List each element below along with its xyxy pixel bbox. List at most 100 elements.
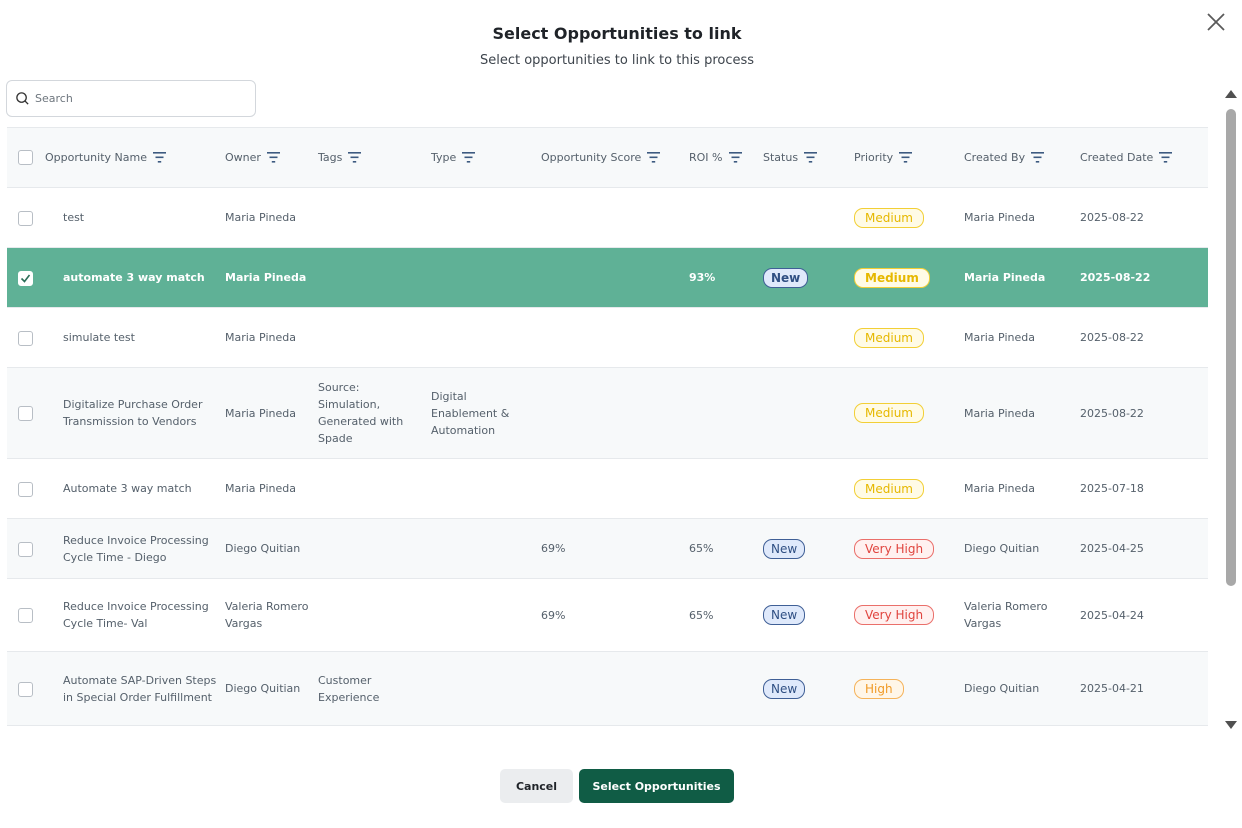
row-checkbox[interactable] [18, 541, 33, 557]
priority-badge: Very High [854, 605, 935, 625]
opportunity-name-cell: Digitalize Purchase Order Transmission t… [45, 367, 225, 459]
table-row[interactable]: automate 3 way match Maria Pineda 93% New Me… [7, 247, 1208, 308]
roi-cell [689, 367, 763, 459]
status-badge: New [763, 605, 806, 625]
column-header-tags[interactable]: Tags [318, 127, 431, 188]
search-box[interactable] [6, 80, 256, 117]
owner-cell-text: Maria Pineda [225, 406, 296, 420]
opportunity-name-cell-text: automate 3 way match [63, 271, 205, 284]
status-badge: New [763, 538, 806, 559]
opportunity-name-cell: simulate test [45, 307, 225, 368]
score-cell [541, 307, 689, 368]
type-cell [431, 458, 541, 519]
score-cell [541, 187, 689, 248]
created-date-cell-text: 2025-04-25 [1080, 542, 1144, 555]
table-row[interactable]: Automate 3 way match Maria Pineda Medium Ma… [7, 458, 1208, 519]
column-header-owner[interactable]: Owner [225, 127, 318, 188]
type-cell [431, 651, 541, 726]
created-by-cell-text: Maria Pineda [964, 406, 1035, 420]
created-by-cell-text: Diego Quitian [964, 542, 1040, 555]
status-cell: New [763, 651, 854, 726]
roi-cell: 65% [689, 578, 763, 652]
created-by-cell: Diego Quitian [964, 651, 1080, 726]
table-row[interactable]: Digitalize Purchase Order Transmission t… [7, 367, 1208, 459]
created-date-cell-text: 2025-08-22 [1080, 331, 1144, 344]
table-row[interactable]: Reduce Invoice Processing Cycle Time- Va… [7, 578, 1208, 652]
row-checkbox[interactable] [18, 681, 33, 697]
row-checkbox[interactable] [18, 330, 33, 346]
table-row[interactable]: Reduce Invoice Processing Cycle Time - D… [7, 518, 1208, 579]
created-date-cell: 2025-08-22 [1080, 187, 1208, 248]
row-checkbox[interactable] [18, 406, 33, 421]
column-header-priority[interactable]: Priority [854, 127, 964, 188]
created-by-cell-text: Maria Pineda [964, 211, 1035, 224]
column-header-status[interactable]: Status [763, 127, 854, 188]
filter-icon[interactable] [728, 152, 742, 163]
filter-icon[interactable] [804, 152, 818, 163]
roi-cell: 93% [689, 247, 763, 308]
score-cell [541, 458, 689, 519]
opportunity-name-cell: automate 3 way match [45, 247, 225, 308]
column-header-created-by[interactable]: Created By [964, 127, 1080, 188]
table-row[interactable]: simulate test Maria Pineda Medium Maria Pin… [7, 307, 1208, 368]
priority-cell: High [854, 651, 964, 726]
dialog-title: Select Opportunities to link [492, 24, 742, 43]
filter-icon[interactable] [899, 152, 913, 163]
created-by-cell-text: Maria Pineda [964, 271, 1046, 284]
table-scrollbar[interactable] [1221, 86, 1239, 734]
select-all-checkbox[interactable] [18, 150, 33, 165]
opportunity-name-cell: Reduce Invoice Processing Cycle Time- Va… [45, 578, 225, 652]
scroll-down-arrow[interactable] [1225, 721, 1237, 729]
column-header-created-date[interactable]: Created Date [1080, 127, 1208, 188]
row-checkbox[interactable] [18, 608, 33, 623]
filter-icon[interactable] [152, 152, 166, 163]
owner-cell: Maria Pineda [225, 367, 318, 459]
filter-icon[interactable] [1159, 152, 1173, 163]
opportunity-name-cell-text: test [63, 211, 85, 224]
dialog-footer: Cancel Select Opportunities [0, 769, 1234, 803]
created-by-cell-text: Valeria Romero Vargas [964, 600, 1048, 630]
dialog-subtitle: Select opportunities to link to this pro… [479, 53, 755, 68]
priority-cell: Medium [854, 367, 964, 459]
column-header-score[interactable]: Opportunity Score [541, 127, 689, 188]
filter-icon[interactable] [647, 152, 661, 163]
created-date-cell-text: 2025-07-18 [1080, 482, 1144, 495]
created-by-cell-text: Diego Quitian [964, 682, 1040, 695]
row-checkbox[interactable] [18, 481, 33, 497]
filter-icon[interactable] [266, 152, 280, 163]
column-header-name[interactable]: Opportunity Name [45, 127, 225, 188]
row-checkbox[interactable] [18, 210, 33, 226]
priority-cell: Very High [854, 518, 964, 579]
column-header-roi[interactable]: ROI % [689, 127, 763, 188]
score-cell-text: 69% [541, 542, 566, 555]
priority-badge: Very High [854, 538, 935, 559]
created-by-cell: Valeria Romero Vargas [964, 578, 1080, 652]
column-header-type[interactable]: Type [431, 127, 541, 188]
tags-cell [318, 458, 431, 519]
table-row[interactable]: test Maria Pineda Medium Maria Pineda 2025-0… [7, 187, 1208, 248]
priority-badge: Medium [854, 267, 930, 288]
tags-cell [318, 307, 431, 368]
created-by-cell: Maria Pineda [964, 367, 1080, 459]
scroll-up-arrow[interactable] [1225, 90, 1237, 98]
created-by-cell: Maria Pineda [964, 307, 1080, 368]
owner-cell: Maria Pineda [225, 458, 318, 519]
scroll-thumb[interactable] [1226, 109, 1236, 586]
status-cell [763, 458, 854, 519]
owner-cell: Maria Pineda [225, 247, 318, 308]
created-by-cell-text: Maria Pineda [964, 482, 1035, 495]
opportunity-name-cell: Automate SAP-Driven Steps in Special Ord… [45, 651, 225, 726]
owner-cell-text: Valeria Romero Vargas [225, 600, 309, 630]
cancel-button[interactable]: Cancel [500, 769, 573, 803]
row-checkbox[interactable] [18, 270, 33, 286]
filter-icon[interactable] [462, 152, 476, 163]
filter-icon[interactable] [1031, 152, 1045, 163]
score-cell [541, 651, 689, 726]
priority-cell: Very High [854, 578, 964, 652]
search-input[interactable] [35, 92, 235, 105]
filter-icon[interactable] [348, 152, 362, 163]
table-row[interactable]: Automate SAP-Driven Steps in Special Ord… [7, 651, 1208, 726]
type-cell [431, 187, 541, 248]
select-opportunities-button[interactable]: Select Opportunities [579, 769, 734, 803]
opportunity-name-cell-text: simulate test [63, 331, 135, 344]
